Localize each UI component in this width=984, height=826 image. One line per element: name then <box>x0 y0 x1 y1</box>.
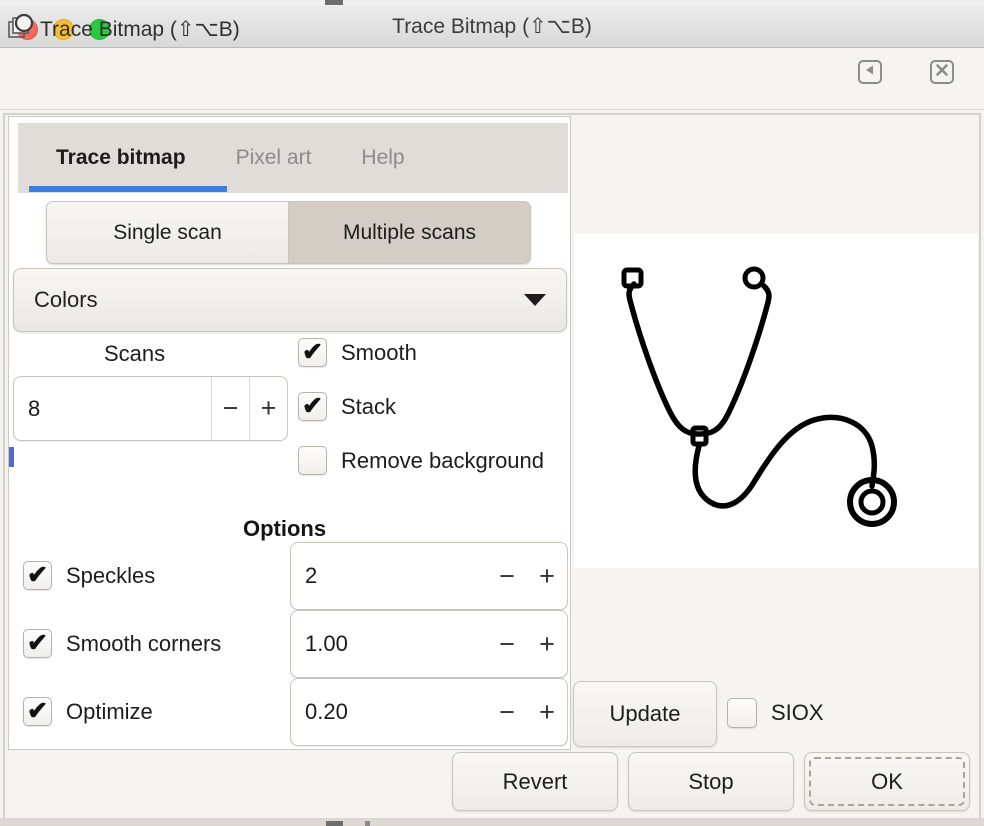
options-heading: Options <box>243 516 327 541</box>
stack-checkbox-row[interactable]: ✔ Stack <box>298 392 396 421</box>
ok-button[interactable]: OK <box>804 752 970 811</box>
siox-checkbox-row[interactable]: ✔ SIOX <box>727 698 824 728</box>
remove-background-checkbox-row[interactable]: ✔ Remove background <box>298 446 544 475</box>
smooth-corners-checkbox-row[interactable]: ✔ Smooth corners <box>23 629 221 658</box>
scans-stepper[interactable]: 8 − + <box>13 376 288 441</box>
scans-decrement-button[interactable]: − <box>211 377 249 440</box>
check-icon: ✔ <box>27 561 48 589</box>
segment-multiple-scans[interactable]: Multiple scans <box>289 201 531 264</box>
detection-mode-dropdown[interactable]: Colors <box>13 268 567 332</box>
smooth-corners-label: Smooth corners <box>66 630 222 656</box>
tab-strip: Trace bitmap Pixel art Help <box>18 123 568 193</box>
tab-trace-bitmap[interactable]: Trace bitmap <box>50 146 192 170</box>
smooth-corners-input[interactable]: 1.00 <box>291 611 487 677</box>
window-title: Trace Bitmap (⇧⌥B) <box>392 15 592 38</box>
speckles-decrement-button[interactable]: − <box>487 543 527 609</box>
segment-single-scan[interactable]: Single scan <box>46 201 289 264</box>
trace-bitmap-icon <box>8 12 38 46</box>
revert-button[interactable]: Revert <box>452 752 618 811</box>
scans-label: Scans <box>104 341 166 366</box>
stethoscope-line-drawing <box>621 266 897 527</box>
speckles-stepper[interactable]: 2 − + <box>290 542 568 610</box>
stack-label: Stack <box>341 393 397 419</box>
dialog-title: Trace Bitmap (⇧⌥B) <box>40 17 240 41</box>
check-icon: ✔ <box>302 338 323 366</box>
siox-label: SIOX <box>771 700 824 725</box>
optimize-increment-button[interactable]: + <box>527 679 567 745</box>
remove-background-checkbox[interactable]: ✔ <box>298 446 327 475</box>
optimize-input[interactable]: 0.20 <box>291 679 487 745</box>
smooth-corners-increment-button[interactable]: + <box>527 611 567 677</box>
desktop-artifact-bottom-secondary <box>365 821 370 826</box>
active-tab-indicator <box>29 186 227 192</box>
desktop-artifact-bottom <box>326 821 343 826</box>
smooth-checkbox-row[interactable]: ✔ Smooth <box>298 338 417 367</box>
scans-input[interactable]: 8 <box>14 377 211 440</box>
trace-bitmap-window: Trace Bitmap (⇧⌥B) Trace Bitmap (⇧⌥B) Tr… <box>0 0 984 826</box>
dock-dialog-button[interactable] <box>858 60 882 84</box>
triangle-left-icon <box>864 63 876 81</box>
tab-pixel-art[interactable]: Pixel art <box>230 146 318 170</box>
check-icon: ✔ <box>27 629 48 657</box>
siox-checkbox[interactable]: ✔ <box>727 698 757 728</box>
window-bottom-edge <box>0 818 984 826</box>
close-icon <box>935 63 949 82</box>
smooth-corners-checkbox[interactable]: ✔ <box>23 629 52 658</box>
optimize-checkbox-row[interactable]: ✔ Optimize <box>23 697 153 726</box>
stack-checkbox[interactable]: ✔ <box>298 392 327 421</box>
tab-help[interactable]: Help <box>355 146 410 170</box>
optimize-decrement-button[interactable]: − <box>487 679 527 745</box>
scans-increment-button[interactable]: + <box>249 377 287 440</box>
trace-preview[interactable] <box>574 234 978 568</box>
speckles-increment-button[interactable]: + <box>527 543 567 609</box>
optimize-stepper[interactable]: 0.20 − + <box>290 678 568 746</box>
smooth-label: Smooth <box>341 339 417 365</box>
smooth-corners-stepper[interactable]: 1.00 − + <box>290 610 568 678</box>
optimize-checkbox[interactable]: ✔ <box>23 697 52 726</box>
update-button[interactable]: Update <box>573 681 717 747</box>
desktop-artifact-top <box>325 0 343 5</box>
smooth-corners-decrement-button[interactable]: − <box>487 611 527 677</box>
stop-button[interactable]: Stop <box>628 752 794 811</box>
speckles-checkbox[interactable]: ✔ <box>23 561 52 590</box>
speckles-checkbox-row[interactable]: ✔ Speckles <box>23 561 155 590</box>
remove-background-label: Remove background <box>341 447 545 473</box>
chevron-down-icon <box>524 294 546 306</box>
smooth-checkbox[interactable]: ✔ <box>298 338 327 367</box>
dialog-title-group: Trace Bitmap (⇧⌥B) <box>8 12 240 46</box>
detection-mode-value: Colors <box>34 287 98 312</box>
close-dialog-button[interactable] <box>930 60 954 84</box>
dialog-header <box>0 48 984 110</box>
check-icon: ✔ <box>27 697 48 725</box>
scan-mode-segmented-control[interactable]: Single scan Multiple scans <box>46 201 531 264</box>
ok-button-label: OK <box>871 768 903 794</box>
speckles-input[interactable]: 2 <box>291 543 487 609</box>
speckles-label: Speckles <box>66 562 156 588</box>
panel-scroll-indicator[interactable] <box>9 447 14 467</box>
optimize-label: Optimize <box>66 698 153 724</box>
check-icon: ✔ <box>302 392 323 420</box>
